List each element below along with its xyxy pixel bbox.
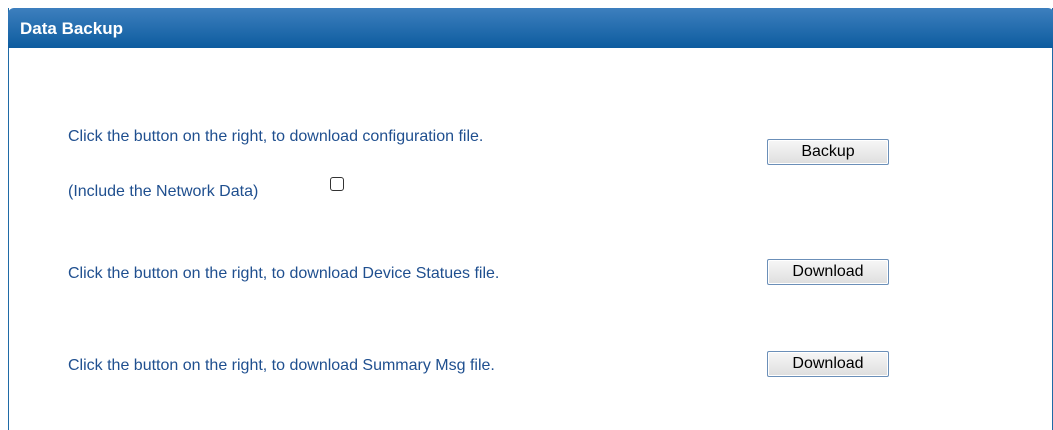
download-summary-msg-button[interactable]: Download [767,351,889,377]
panel-header: Data Backup [8,8,1053,48]
include-network-label: (Include the Network Data) [68,183,259,200]
config-description: Click the button on the right, to downlo… [68,128,484,145]
backup-button[interactable]: Backup [767,139,889,165]
include-network-checkbox[interactable] [330,177,344,191]
panel-title: Data Backup [20,19,123,38]
download-device-statues-button[interactable]: Download [767,259,889,285]
device-statues-description: Click the button on the right, to downlo… [68,265,500,282]
summary-msg-description: Click the button on the right, to downlo… [68,357,495,374]
